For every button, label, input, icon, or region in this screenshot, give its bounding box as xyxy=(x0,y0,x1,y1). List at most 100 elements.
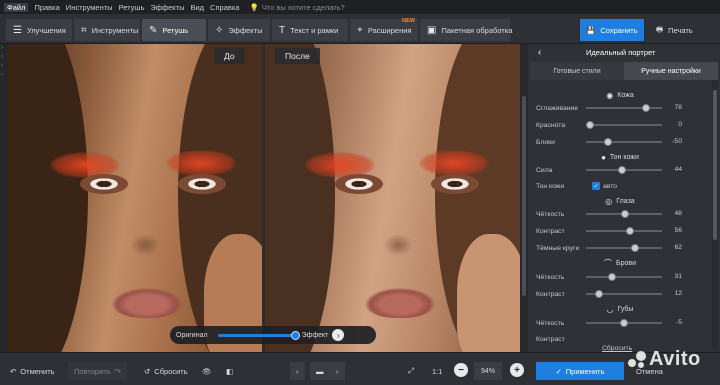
skin-tone-label: Тон кожи xyxy=(536,182,565,190)
scroll-thumb[interactable] xyxy=(522,96,526,296)
eye-shape xyxy=(80,174,128,194)
tab-manual[interactable]: Ручные настройки xyxy=(624,62,718,80)
section-label: Брови xyxy=(615,259,636,267)
menu-tools[interactable]: Инструменты xyxy=(66,3,113,12)
undo-button[interactable]: ↶ Отменить xyxy=(4,362,61,380)
slider-row[interactable]: Блики xyxy=(536,136,676,148)
slider-track[interactable] xyxy=(586,290,662,298)
lightbulb-icon: 💡 xyxy=(249,2,259,12)
menu-effects[interactable]: Эффекты xyxy=(150,3,184,12)
save-button[interactable]: 💾 Сохранить xyxy=(580,19,644,41)
slider-label: Чёткость xyxy=(536,210,565,218)
eye-shape xyxy=(431,174,479,194)
slider-track[interactable] xyxy=(586,138,662,146)
redo-button[interactable]: Повторить ↷ xyxy=(68,362,127,380)
slider-track[interactable] xyxy=(586,166,662,174)
compare-track[interactable] xyxy=(217,330,300,340)
tab-effects[interactable]: ✧ Эффекты xyxy=(208,19,270,41)
compare-toggle-button[interactable]: ◧ xyxy=(220,362,239,380)
retouch-panel: ‹ Идеальный портрет Готовые стили Ручные… xyxy=(528,44,720,352)
section-label: Губы xyxy=(617,305,634,313)
panel-tabs: Готовые стили Ручные настройки xyxy=(530,62,718,80)
slider-knob[interactable] xyxy=(604,138,612,146)
auto-checkbox[interactable]: ✓ авто xyxy=(592,182,617,190)
one-to-one-button[interactable]: 1:1 xyxy=(426,362,448,380)
slider-knob[interactable] xyxy=(630,244,639,252)
tab-retouch[interactable]: ✎ Ретушь xyxy=(142,19,206,41)
slider-knob[interactable] xyxy=(620,210,629,218)
after-label: После xyxy=(275,48,320,64)
next-photo-button[interactable]: › xyxy=(330,362,345,380)
slider-knob[interactable] xyxy=(617,166,626,174)
panel-scrollbar[interactable] xyxy=(712,80,718,350)
slider-row[interactable]: Сила xyxy=(536,164,676,176)
slider-knob[interactable] xyxy=(620,319,629,327)
slider-label: Чёткость xyxy=(536,273,565,281)
slider-row[interactable]: Контраст xyxy=(536,225,676,237)
eyeshadow-shape xyxy=(419,150,489,176)
slider-row[interactable]: Тёмные круги xyxy=(536,242,676,254)
slider-value: 44 xyxy=(674,166,682,173)
menu-retouch[interactable]: Ретушь xyxy=(119,3,145,12)
reset-button[interactable]: ↺ Сбросить xyxy=(138,362,194,380)
menu-view[interactable]: Вид xyxy=(190,3,204,12)
redo-icon: ↷ xyxy=(114,366,121,376)
compare-knob[interactable] xyxy=(290,330,300,340)
tab-presets[interactable]: Готовые стили xyxy=(530,62,624,80)
menu-edit[interactable]: Правка xyxy=(34,3,59,12)
menu-file[interactable]: Файл xyxy=(4,2,29,12)
section-skin: ◉ Кожа xyxy=(528,88,712,102)
slider-knob[interactable] xyxy=(608,273,617,281)
slider-label: Краснота xyxy=(536,121,566,129)
menu-search[interactable]: 💡 Что вы хотите сделать? xyxy=(249,3,344,12)
slider-label: Сглаживание xyxy=(536,104,578,112)
tab-enhancements[interactable]: ☰ Улучшения xyxy=(6,19,72,41)
slider-track[interactable] xyxy=(586,210,662,218)
slider-value: -50 xyxy=(672,138,682,145)
panel-scroll-thumb[interactable] xyxy=(713,90,717,240)
print-button[interactable]: 🖶 Печать xyxy=(650,19,712,41)
slider-track[interactable] xyxy=(586,121,662,129)
open-folder-button[interactable]: ▬ xyxy=(310,362,330,380)
check-icon: ✓ xyxy=(592,182,600,190)
tab-batch[interactable]: ▣ Пакетная обработка xyxy=(420,19,512,41)
zoom-in-icon[interactable]: + xyxy=(510,363,524,377)
slider-row[interactable]: Контраст xyxy=(536,333,676,345)
slider-row[interactable]: Чёткость xyxy=(536,271,676,283)
hair-shape xyxy=(8,44,88,352)
sliders-icon: ☰ xyxy=(13,24,22,36)
slider-track[interactable] xyxy=(586,104,662,112)
tab-tools[interactable]: ⌗ Инструменты xyxy=(74,19,140,41)
compare-slider[interactable]: Оригинал Эффект › xyxy=(170,326,376,344)
preview-eye-button[interactable]: 👁 xyxy=(196,362,218,380)
zoom-level[interactable]: 94% xyxy=(474,362,502,380)
slider-knob[interactable] xyxy=(642,104,651,112)
slider-knob[interactable] xyxy=(594,290,603,298)
slider-track[interactable] xyxy=(586,244,662,252)
chevron-right-icon[interactable]: › xyxy=(332,329,345,341)
slider-row[interactable]: Сглаживание xyxy=(536,102,676,114)
zoom-out-icon[interactable]: − xyxy=(454,363,468,377)
fit-screen-button[interactable]: ⤢ xyxy=(402,362,420,380)
slider-row[interactable]: Чёткость xyxy=(536,317,676,329)
slider-row[interactable]: Краснота xyxy=(536,119,676,131)
back-arrow-icon[interactable]: ‹ xyxy=(538,47,541,58)
slider-row[interactable]: Чёткость xyxy=(536,208,676,220)
before-label: До xyxy=(214,48,245,64)
menu-help[interactable]: Справка xyxy=(210,3,239,12)
sparkle-icon: ✧ xyxy=(215,24,224,36)
tab-text-frames[interactable]: T Текст и рамки xyxy=(272,19,348,41)
slider-track[interactable] xyxy=(586,273,662,281)
photo-canvas[interactable]: До После Оригинал Эффект › xyxy=(8,44,520,352)
eye-icon: ◎ xyxy=(605,196,613,206)
section-label: Кожа xyxy=(617,91,634,99)
slider-knob[interactable] xyxy=(586,121,594,129)
slider-knob[interactable] xyxy=(626,227,635,235)
canvas-scrollbar[interactable] xyxy=(520,44,528,352)
prev-photo-button[interactable]: ‹ xyxy=(290,362,305,380)
apply-button[interactable]: ✓ Применить xyxy=(536,362,624,380)
slider-row[interactable]: Контраст xyxy=(536,288,676,300)
slider-track[interactable] xyxy=(586,227,662,235)
tab-extensions[interactable]: + Расширения NEW xyxy=(350,18,418,41)
slider-track[interactable] xyxy=(586,319,662,327)
